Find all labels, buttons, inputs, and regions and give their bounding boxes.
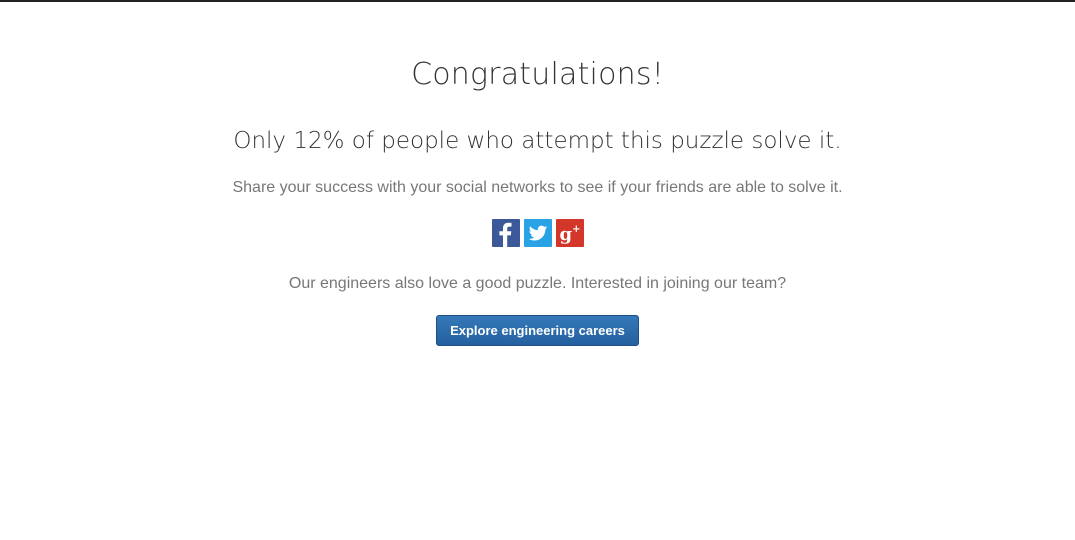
facebook-icon [492,219,520,247]
twitter-icon [527,222,549,244]
page-title: Congratulations! [411,57,664,92]
google-plus-icon: g+ [559,224,581,245]
share-prompt: Share your success with your social netw… [232,179,843,196]
google-plus-share-button[interactable]: g+ [556,219,584,247]
success-rate-subtitle: Only 12% of people who attempt this puzz… [233,128,842,154]
social-share-buttons: g+ [492,219,584,247]
twitter-share-button[interactable] [524,219,552,247]
facebook-share-button[interactable] [492,219,520,247]
careers-prompt: Our engineers also love a good puzzle. I… [288,275,787,292]
explore-careers-button[interactable]: Explore engineering careers [436,315,639,346]
top-border [0,0,1075,2]
